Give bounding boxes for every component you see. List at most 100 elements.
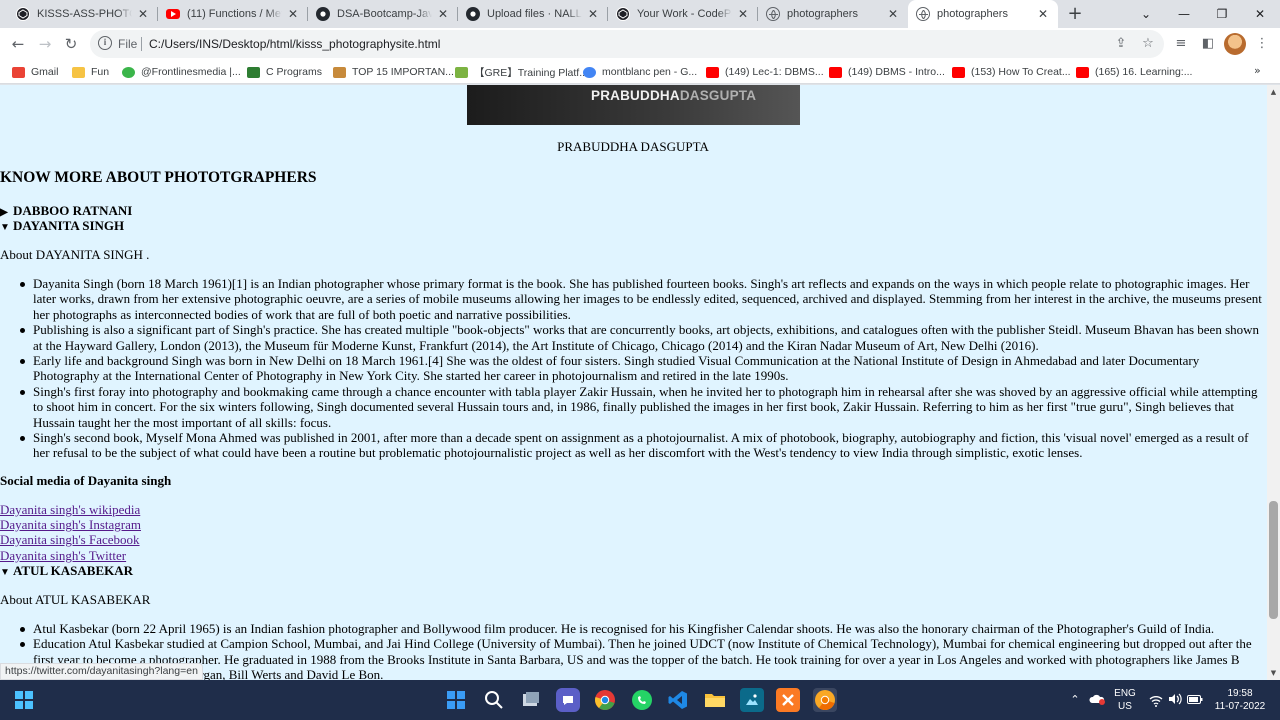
clock-date: 11-07-2022 bbox=[1214, 701, 1266, 712]
page-scrollbar[interactable]: ▲ ▼ bbox=[1267, 85, 1280, 680]
tab-close-icon[interactable]: ✕ bbox=[886, 7, 900, 21]
details-summary-atul[interactable]: ▼ ATUL KASABEKAR bbox=[0, 563, 133, 579]
xampp-icon[interactable] bbox=[776, 688, 800, 712]
wifi-icon[interactable] bbox=[1148, 680, 1164, 720]
bookmark-montblanc[interactable]: montblanc pen - G... bbox=[583, 64, 697, 80]
forward-button[interactable]: → bbox=[34, 33, 56, 55]
photos-icon[interactable] bbox=[740, 688, 764, 712]
bookmark-c-programs[interactable]: C Programs bbox=[247, 64, 322, 80]
list-item: Dayanita Singh (born 18 March 1961)[1] i… bbox=[20, 276, 1267, 322]
youtube-icon bbox=[166, 9, 180, 19]
chrome-menu-icon[interactable]: ⋮ bbox=[1252, 34, 1272, 54]
bookmark-lec1-dbms[interactable]: (149) Lec-1: DBMS... bbox=[706, 64, 824, 80]
tab-photographers-active[interactable]: photographers ✕ bbox=[908, 0, 1058, 28]
gre-icon bbox=[455, 66, 468, 78]
bookmark-dbms-intro[interactable]: (149) DBMS - Intro... bbox=[829, 64, 945, 80]
chrome-icon[interactable] bbox=[593, 688, 617, 712]
bookmark-frontlines[interactable]: @Frontlinesmedia |... bbox=[122, 64, 241, 80]
reading-list-icon[interactable]: ≡ bbox=[1171, 34, 1191, 54]
tab-close-icon[interactable]: ✕ bbox=[136, 7, 150, 21]
tab-photographers[interactable]: photographers ✕ bbox=[758, 0, 908, 28]
bookmark-label: @Frontlinesmedia |... bbox=[141, 66, 241, 78]
file-explorer-icon[interactable] bbox=[703, 688, 727, 712]
minimize-button[interactable]: — bbox=[1165, 0, 1203, 28]
tab-close-icon[interactable]: ✕ bbox=[436, 7, 450, 21]
bookmarks-overflow-button[interactable]: » bbox=[1254, 64, 1261, 77]
vscode-icon[interactable] bbox=[666, 688, 690, 712]
bookmark-learning[interactable]: (165) 16. Learning:... bbox=[1076, 64, 1192, 80]
tab-close-icon[interactable]: ✕ bbox=[736, 7, 750, 21]
back-button[interactable]: ← bbox=[7, 33, 29, 55]
profile-avatar[interactable] bbox=[1224, 33, 1246, 55]
task-view-icon[interactable] bbox=[519, 688, 543, 712]
scroll-up-arrow-icon[interactable]: ▲ bbox=[1269, 88, 1278, 96]
bookmark-label: (165) 16. Learning:... bbox=[1095, 66, 1193, 78]
list-item: Singh's first foray into photography and… bbox=[20, 384, 1267, 430]
reload-button[interactable]: ↻ bbox=[60, 33, 82, 55]
link-twitter[interactable]: Dayanita singh's Twitter bbox=[0, 548, 126, 564]
bookmark-label: montblanc pen - G... bbox=[602, 66, 698, 78]
tab-close-icon[interactable]: ✕ bbox=[586, 7, 600, 21]
maximize-button[interactable]: ❐ bbox=[1203, 0, 1241, 28]
scroll-down-arrow-icon[interactable]: ▼ bbox=[1269, 669, 1278, 677]
bookmark-gre[interactable]: 【GRE】Training Platf... bbox=[455, 64, 588, 80]
tab-dsa-bootcamp[interactable]: DSA-Bootcamp-Java/Assignments ✕ bbox=[308, 0, 458, 28]
info-icon[interactable]: i bbox=[98, 36, 112, 50]
globe-icon bbox=[766, 7, 780, 21]
whatsapp-icon[interactable] bbox=[630, 688, 654, 712]
battery-icon[interactable] bbox=[1186, 680, 1204, 720]
volume-icon[interactable] bbox=[1167, 680, 1183, 720]
tab-title: Your Work - CodePen bbox=[637, 8, 732, 20]
link-facebook[interactable]: Dayanita singh's Facebook bbox=[0, 532, 140, 548]
page-viewport: PRABUDDHADASGUPTA PRABUDDHA DASGUPTA KNO… bbox=[0, 85, 1267, 680]
tab-functions-methods[interactable]: (11) Functions / Methods ✕ bbox=[158, 0, 308, 28]
show-hidden-icons-chevron-icon[interactable]: ⌃ bbox=[1068, 680, 1082, 720]
bookmark-star-icon[interactable]: ☆ bbox=[1139, 35, 1157, 53]
tab-kisss-ass-photographers[interactable]: KISSS-ASS-PHOTOGRAPHERS ✕ bbox=[8, 0, 158, 28]
chrome-dev-icon[interactable] bbox=[813, 688, 837, 712]
onedrive-icon[interactable] bbox=[1088, 680, 1106, 720]
social-heading: Social media of Dayanita singh bbox=[0, 473, 172, 488]
input-language-indicator[interactable]: ENG US bbox=[1110, 687, 1140, 715]
teams-chat-icon[interactable] bbox=[556, 688, 580, 712]
windows-start-icon[interactable] bbox=[444, 688, 468, 712]
bookmark-label: (149) Lec-1: DBMS... bbox=[725, 66, 824, 78]
details-summary-dabboo[interactable]: ▶ DABBOO RATNANI bbox=[0, 203, 132, 219]
tab-your-work-codepen[interactable]: Your Work - CodePen ✕ bbox=[608, 0, 758, 28]
browser-toolbar: ← → ↻ i File C:/Users/INS/Desktop/html/k… bbox=[0, 28, 1280, 60]
link-wikipedia[interactable]: Dayanita singh's wikipedia bbox=[0, 502, 140, 518]
address-bar[interactable]: i File C:/Users/INS/Desktop/html/kisss_p… bbox=[90, 30, 1164, 58]
search-icon[interactable] bbox=[482, 688, 506, 712]
about-dayanita: About DAYANITA SINGH . bbox=[0, 247, 150, 262]
bookmark-gmail[interactable]: Gmail bbox=[12, 64, 58, 80]
new-tab-button[interactable]: + bbox=[1064, 3, 1086, 25]
frontlines-icon bbox=[122, 66, 135, 78]
tab-close-icon[interactable]: ✕ bbox=[286, 7, 300, 21]
programs-icon bbox=[247, 66, 260, 78]
windows-start-icon[interactable] bbox=[12, 688, 36, 712]
share-icon[interactable]: ⇪ bbox=[1112, 35, 1130, 53]
tab-upload-files[interactable]: Upload files · NALLAPATI ✕ bbox=[458, 0, 608, 28]
link-instagram[interactable]: Dayanita singh's Instagram bbox=[0, 517, 141, 533]
tab-title: DSA-Bootcamp-Java/Assignments bbox=[337, 8, 432, 20]
address-url[interactable]: C:/Users/INS/Desktop/html/kisss_photogra… bbox=[149, 37, 440, 51]
bookmark-label: C Programs bbox=[266, 66, 323, 78]
side-panel-icon[interactable]: ◧ bbox=[1198, 34, 1218, 54]
expanded-triangle-icon: ▼ bbox=[0, 222, 10, 233]
tab-close-icon[interactable]: ✕ bbox=[1036, 7, 1050, 21]
system-clock[interactable]: 19:58 11-07-2022 bbox=[1210, 687, 1270, 715]
bookmark-fun[interactable]: Fun bbox=[72, 64, 109, 80]
bookmark-how-to-create[interactable]: (153) How To Creat... bbox=[952, 64, 1071, 80]
youtube-icon bbox=[952, 66, 965, 78]
scrollbar-thumb[interactable] bbox=[1269, 501, 1278, 619]
bookmark-top15[interactable]: TOP 15 IMPORTAN... bbox=[333, 64, 454, 80]
tab-title: photographers bbox=[937, 8, 1008, 20]
details-summary-dayanita[interactable]: ▼ DAYANITA SINGH bbox=[0, 218, 124, 234]
address-scheme-label: File bbox=[118, 37, 138, 51]
youtube-icon bbox=[706, 66, 719, 78]
about-atul: About ATUL KASABEKAR bbox=[0, 592, 151, 607]
bookmark-label: Gmail bbox=[31, 66, 59, 78]
close-window-button[interactable]: ✕ bbox=[1241, 0, 1279, 28]
tab-search-icon[interactable]: ⌄ bbox=[1127, 0, 1165, 28]
list-item: Early life and background Singh was born… bbox=[20, 353, 1267, 384]
